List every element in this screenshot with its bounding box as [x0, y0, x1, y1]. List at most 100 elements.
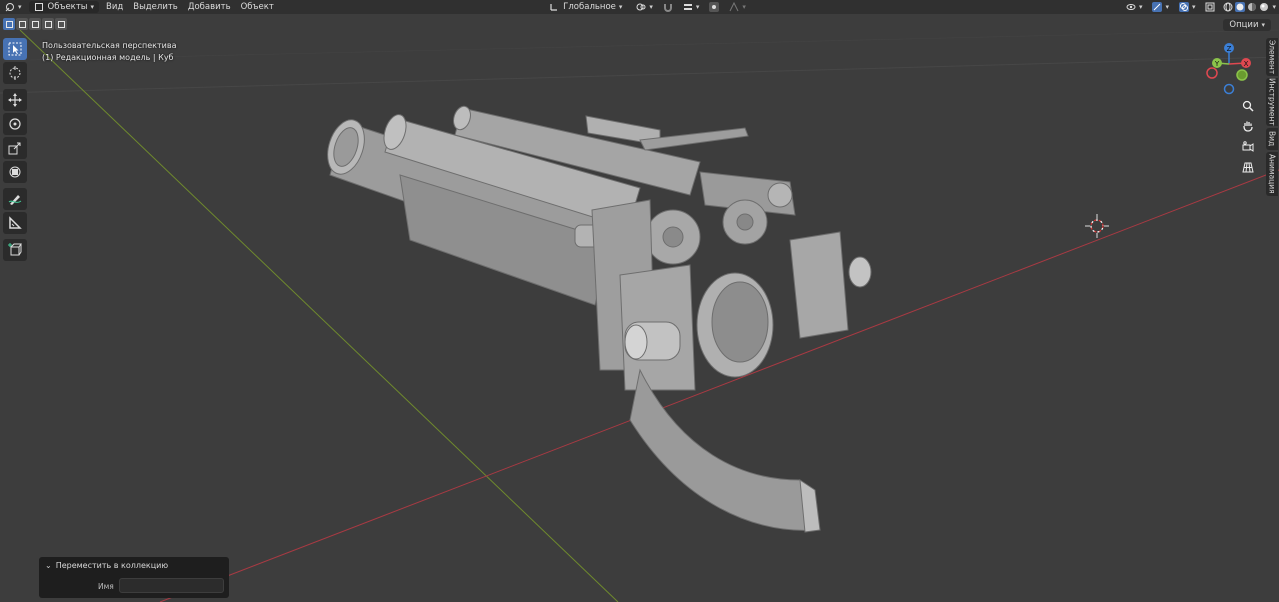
chevron-down-icon: ▾	[1261, 21, 1265, 29]
collection-label: (1) Редакционная модель | Куб	[42, 53, 174, 62]
editor-type-button[interactable]: ▾	[0, 0, 27, 14]
falloff-icon	[729, 2, 739, 12]
xray-icon	[1205, 2, 1215, 12]
3d-cursor	[1085, 214, 1109, 238]
chevron-down-icon: ▾	[90, 3, 94, 11]
camera-view-button[interactable]	[1238, 138, 1258, 156]
gizmo-neg-z	[1223, 83, 1235, 95]
visibility-dropdown[interactable]: ▾	[1121, 0, 1148, 14]
chevron-down-icon: ▾	[742, 3, 746, 11]
overlays-toggle[interactable]: ▾	[1174, 0, 1201, 14]
transform-icon	[9, 166, 21, 178]
menu-object[interactable]: Объект	[236, 0, 279, 14]
cursor-arrow-icon	[8, 42, 22, 56]
snap-toggle[interactable]	[658, 0, 678, 14]
camera-icon	[1242, 141, 1254, 152]
measure-tool[interactable]	[3, 212, 27, 234]
tab-item[interactable]: Элемент	[1266, 38, 1278, 76]
mode-label: Объекты	[47, 2, 88, 12]
selection-mode-buttons	[3, 18, 67, 30]
3d-cursor-icon	[9, 66, 21, 80]
navigation-gizmo[interactable]: Z X Y	[1200, 38, 1260, 96]
magnifier-icon	[1242, 100, 1254, 112]
gizmo-neg-x	[1206, 67, 1218, 79]
operator-title: Переместить в коллекцию	[55, 561, 169, 570]
transform-orientation-dropdown[interactable]: Глобальное ▾	[544, 0, 627, 14]
falloff-dropdown[interactable]: ▾	[724, 0, 751, 14]
proportional-edit-toggle[interactable]	[704, 0, 724, 14]
tab-tool-label: Инструмент	[1267, 78, 1277, 126]
menu-view[interactable]: Вид	[101, 0, 128, 14]
y-axis-line	[19, 29, 619, 602]
zoom-button[interactable]	[1238, 97, 1258, 115]
tab-animation-label: Анимация	[1267, 154, 1277, 194]
perspective-toggle-button[interactable]	[1238, 158, 1258, 176]
operator-panel-header[interactable]: ⌄ Переместить в коллекцию	[45, 561, 168, 570]
select-intersect-icon[interactable]	[55, 18, 67, 30]
grid-line	[0, 56, 1279, 94]
pivot-point-button[interactable]: ▾	[631, 0, 658, 14]
scene-canvas[interactable]	[0, 0, 1279, 602]
tab-item-label: Элемент	[1267, 39, 1277, 75]
select-box-tool[interactable]	[3, 38, 27, 60]
select-new-icon[interactable]	[3, 18, 15, 30]
name-input[interactable]	[119, 578, 224, 593]
viewport-header: ▾ Объекты ▾ Вид Выделить Добавить Объект…	[0, 0, 1279, 14]
shading-buttons[interactable]: ▾	[1220, 0, 1279, 14]
eye-icon	[1126, 4, 1136, 10]
gizmo-z-label: Z	[1227, 45, 1232, 53]
move-tool[interactable]	[3, 89, 27, 111]
chevron-down-icon: ▾	[1165, 3, 1169, 11]
add-cube-icon	[8, 243, 22, 256]
rendered-shading-icon[interactable]	[1259, 2, 1269, 12]
pan-button[interactable]	[1238, 117, 1258, 135]
chevron-down-icon: ▾	[618, 3, 623, 11]
transform-tool[interactable]	[3, 161, 27, 183]
select-extend-icon[interactable]	[16, 18, 28, 30]
chevron-down-icon: ▾	[1138, 3, 1143, 11]
object-mode-icon	[34, 3, 43, 11]
chevron-down-icon: ▾	[649, 3, 653, 11]
solid-shading-icon[interactable]	[1235, 2, 1246, 12]
gizmo-icon	[1152, 2, 1163, 12]
options-label: Опции	[1229, 20, 1259, 30]
tab-tool[interactable]: Инструмент	[1266, 78, 1278, 126]
gizmo-x-label: X	[1244, 60, 1249, 68]
xray-toggle[interactable]	[1200, 0, 1220, 14]
gizmo-toggle[interactable]: ▾	[1147, 0, 1174, 14]
cursor-tool[interactable]	[3, 62, 27, 84]
sidebar-tabs: Элемент Инструмент Вид Анимация	[1266, 38, 1278, 198]
wireframe-shading-icon[interactable]	[1223, 2, 1233, 12]
3d-viewport[interactable]	[0, 0, 1279, 602]
chevron-down-icon: ▾	[18, 3, 22, 11]
material-shading-icon[interactable]	[1247, 2, 1257, 12]
tab-view[interactable]: Вид	[1266, 128, 1278, 150]
mode-dropdown[interactable]: Объекты ▾	[28, 1, 99, 13]
name-field-label: Имя	[98, 582, 114, 591]
tool-settings-row: Опции ▾	[0, 17, 1279, 33]
menu-select[interactable]: Выделить	[128, 0, 183, 14]
select-subtract-icon[interactable]	[29, 18, 41, 30]
scale-tool[interactable]	[3, 137, 27, 159]
gizmo-y-label: Y	[1214, 60, 1220, 68]
menu-add[interactable]: Добавить	[183, 0, 236, 14]
add-cube-tool[interactable]	[3, 239, 27, 261]
snap-target-dropdown[interactable]: ▾	[678, 0, 705, 14]
rotate-tool[interactable]	[3, 113, 27, 135]
annotate-tool[interactable]	[3, 188, 27, 210]
scale-icon	[8, 142, 21, 155]
chevron-down-icon: ⌄	[45, 561, 52, 570]
left-toolbar	[3, 38, 29, 263]
proportional-edit-icon	[709, 2, 720, 12]
select-difference-icon[interactable]	[42, 18, 54, 30]
gun-model	[327, 105, 872, 533]
grid-line	[29, 29, 1279, 61]
pencil-icon	[8, 195, 22, 205]
gizmo-neg-y	[1236, 69, 1248, 81]
magnet-icon	[663, 4, 672, 12]
options-dropdown[interactable]: Опции ▾	[1223, 19, 1271, 31]
rotate-icon	[9, 118, 21, 130]
move-arrows-icon	[8, 93, 22, 107]
chevron-down-icon: ▾	[1272, 3, 1276, 11]
tab-animation[interactable]: Анимация	[1266, 152, 1278, 196]
